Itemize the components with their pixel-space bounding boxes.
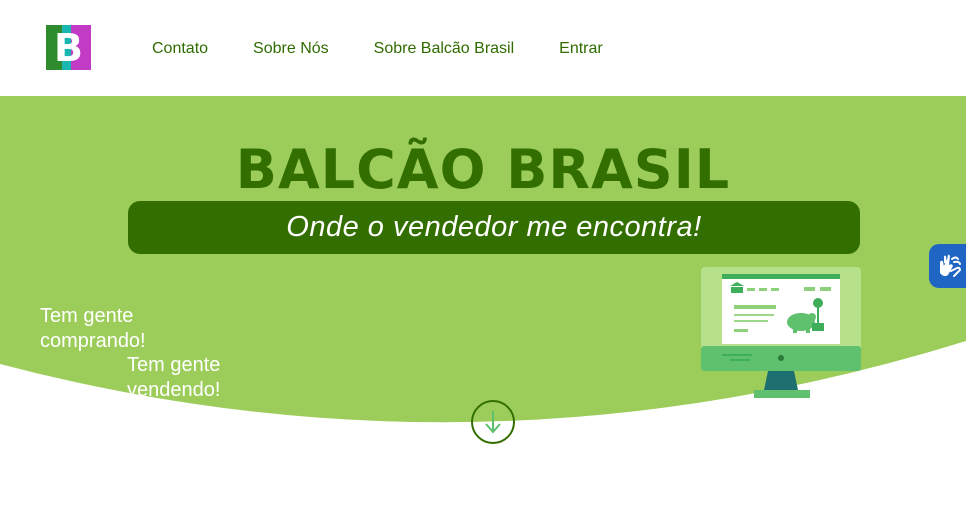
hero-title: BALCÃO BRASIL xyxy=(235,138,731,201)
sellers-text: Tem gente vendendo! xyxy=(127,354,221,401)
nav-link-contato[interactable]: Contato xyxy=(152,40,208,58)
buyers-text: Tem gente comprando! xyxy=(40,305,146,352)
hero-section: BALCÃO BRASIL Onde o vendedor me encontr… xyxy=(0,96,966,515)
sign-language-hands-icon xyxy=(940,254,962,277)
tagline-bar: Onde o vendedor me encontra! xyxy=(128,201,860,254)
nav-link-sobre-nos[interactable]: Sobre Nós xyxy=(253,40,329,58)
logo-letter: B xyxy=(54,25,83,70)
balcao-brasil-logo[interactable]: B xyxy=(46,25,91,70)
arrow-down-icon xyxy=(485,411,501,434)
site-header: B Contato Sobre Nós Sobre Balcão Brasil … xyxy=(0,0,966,96)
tagline-text: Onde o vendedor me encontra! xyxy=(286,211,702,243)
computer-monitor-icon xyxy=(701,267,861,398)
nav-link-sobre-balcao-brasil[interactable]: Sobre Balcão Brasil xyxy=(374,40,515,58)
accessibility-sign-language-button[interactable] xyxy=(929,244,966,288)
nav-link-entrar[interactable]: Entrar xyxy=(559,40,603,58)
main-nav: Contato Sobre Nós Sobre Balcão Brasil En… xyxy=(152,40,603,58)
scroll-down-button[interactable] xyxy=(471,400,515,444)
